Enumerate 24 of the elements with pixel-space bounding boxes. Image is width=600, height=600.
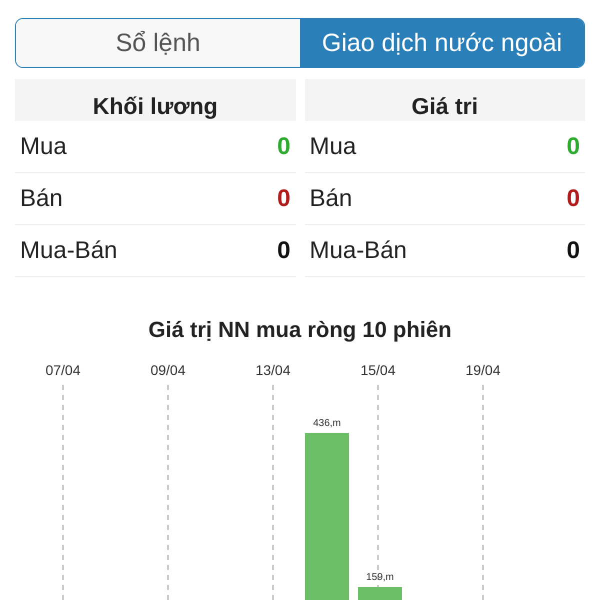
column-header: Giá tri: [304, 79, 585, 121]
bar-value-label: 159,m: [366, 572, 394, 583]
bar-value-label: 436,m: [313, 418, 341, 429]
chart-title: Giá trị NN mua ròng 10 phiên: [147, 317, 453, 343]
row-value: 0: [277, 236, 290, 264]
axis-label: 15/04: [360, 362, 396, 378]
axis-label: 13/04: [255, 362, 291, 378]
row-value: 0: [566, 132, 580, 160]
axis-label: 07/04: [45, 362, 81, 378]
tab[interactable]: Sổ lệnh: [16, 19, 300, 67]
column-header: Khối lương: [15, 79, 296, 121]
axis-label: 09/04: [150, 362, 186, 378]
row-label: Bán: [20, 184, 63, 212]
row-value: 0: [566, 184, 580, 212]
row-label: Mua-Bán: [20, 236, 118, 264]
tab[interactable]: Giao dịch nước ngoài: [300, 19, 584, 67]
axis-label: 19/04: [465, 362, 501, 378]
row-value: 0: [277, 132, 290, 160]
row-label: Mua-Bán: [310, 236, 407, 264]
row-value: 0: [566, 236, 580, 264]
row-label: Bán: [310, 184, 352, 212]
row-label: Mua: [310, 132, 356, 160]
row-value: 0: [277, 184, 290, 212]
row-label: Mua: [20, 132, 67, 160]
